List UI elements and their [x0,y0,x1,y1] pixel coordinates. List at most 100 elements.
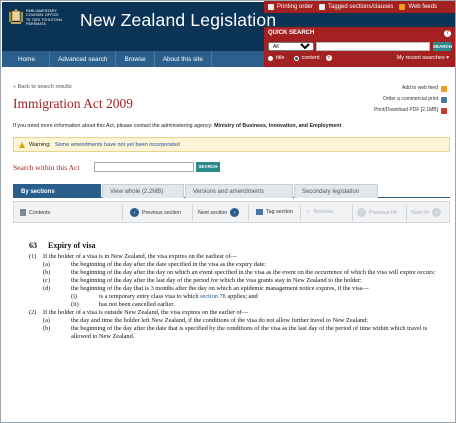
add-web-feed-link[interactable]: Add to web feed [374,83,447,94]
paragraph-text: the beginning of the day after the date … [71,261,266,268]
printing-order-label: Printing order [277,4,314,10]
next-section-button[interactable]: Next section › [198,208,240,217]
tagged-sections-link[interactable]: Tagged sections/clauses [319,4,393,10]
printer-icon [268,4,274,10]
page-title: Immigration Act 2009 [13,96,133,111]
paragraph-number: (a) [43,317,50,324]
tab-secondary-legislation[interactable]: Secondary legislation [294,184,378,198]
checkmark-icon: ✓ [306,209,311,215]
subsection: (2) If the holder of a visa is outside N… [29,309,439,317]
previous-section-button[interactable]: ‹ Previous section [130,208,181,217]
title-radio[interactable] [268,55,273,61]
contents-label: Contents [29,209,51,216]
chevron-left-icon: ‹ [130,208,139,217]
paragraph: (d) the beginning of the day that is 3 m… [29,285,439,293]
paragraph: (a) the beginning of the day after the d… [29,261,439,269]
paragraph-number: (a) [43,261,50,268]
quick-search-button[interactable]: SEARCH [433,42,452,51]
toolbar-divider [406,205,407,221]
recent-searches-link[interactable]: My recent searches ▾ [397,55,449,61]
pdf-icon [441,107,447,114]
remove-button[interactable]: ✓ Remove [306,209,333,215]
subparagraph-text-end: applies; and [225,293,258,300]
paragraph-number: (d) [43,285,51,292]
toolbar-divider [300,205,301,221]
paragraph: (a) the day and time the holder left New… [29,317,439,325]
next-hit-button[interactable]: Next hit › [411,208,441,217]
warning-label: Warning: [29,141,51,148]
warning-icon [19,141,25,148]
help-icon[interactable]: ? [325,55,332,61]
toolbar-divider [122,205,123,221]
tagged-sections-label: Tagged sections/clauses [328,4,394,10]
chevron-right-icon: › [230,208,240,217]
subparagraph-text-start: is a temporary entry class visa to which [99,293,201,300]
document-actions: Add to web feed Order a commercial print… [374,83,447,116]
quick-search-panel: QUICK SEARCH ? All SEARCH title content … [264,27,455,67]
quick-search-input[interactable] [316,42,430,51]
search-scope-select[interactable]: All [268,42,314,51]
web-feeds-link[interactable]: Web feeds [399,4,437,10]
section-title: Expiry of visa [48,241,96,250]
paragraph: (b) the beginning of the day after the d… [29,325,439,341]
nav-home[interactable]: Home [2,51,51,67]
search-within-input[interactable] [94,162,194,172]
toolbar-divider [192,205,193,221]
title-radio-label: title [276,55,285,61]
nav-about[interactable]: About this site [155,51,212,67]
back-to-results-link[interactable]: « Back to search results [13,84,72,90]
office-name: PARLIAMENTARY COUNSEL OFFICE TE TARI TOH… [26,9,70,27]
web-feeds-label: Web feeds [408,4,437,10]
tag-icon [319,4,326,10]
agency-name: Ministry of Business, Innovation, and Em… [214,123,342,129]
chevron-right-icon: › [431,208,441,217]
pdf-download-link[interactable]: Print/Download PDF [2.1MB] [374,105,447,116]
subsection-number: (2) [29,309,37,316]
search-within-button[interactable]: SEARCH [196,162,220,172]
search-within-label: Search within this Act [13,163,80,172]
subsection: (1) If the holder of a visa is in New Ze… [29,253,439,261]
previous-section-label: Previous section [142,209,181,216]
content-radio-label: content [301,55,320,61]
subparagraph: (i) is a temporary entry class visa to w… [29,293,439,301]
help-icon[interactable]: ? [444,30,451,37]
paragraph: (c) the beginning of the day after the l… [29,277,439,285]
tab-versions-amendments[interactable]: Versions and amendments [185,184,293,198]
print-icon [441,96,447,103]
section-78-link[interactable]: section 78 [200,293,226,300]
section-content: 63 Expiry of visa (1) If the holder of a… [29,241,439,341]
paragraph-text: the beginning of the day that is 3 month… [71,285,369,292]
tab-by-sections[interactable]: By sections [13,184,101,198]
next-hit-label: Next hit [411,209,429,216]
coat-of-arms-icon [9,9,23,24]
next-section-label: Next section [198,209,228,216]
section-toolbar: Contents ‹ Previous section Next section… [13,201,450,223]
contents-button[interactable]: Contents [20,209,50,216]
section-heading: 63 Expiry of visa [29,241,439,250]
view-tabs: By sections View whole (2.2MB) Versions … [13,184,450,198]
tag-section-button[interactable]: Tag section [256,209,293,215]
recent-searches-label: My recent searches [396,55,445,61]
commercial-print-label: Order a commercial print [382,96,438,102]
nav-browse[interactable]: Browse [116,51,155,67]
contents-icon [20,209,26,216]
commercial-print-link[interactable]: Order a commercial print [374,94,447,105]
previous-hit-button[interactable]: ‹ Previous hit [357,208,397,217]
paragraph-text: the day and time the holder left New Zea… [71,317,369,324]
rss-icon [441,85,447,92]
subsection-text: If the holder of a visa is in New Zealan… [43,253,237,260]
amendments-link[interactable]: Some amendments have not yet been incorp… [55,142,180,148]
office-line: PĀREMATA [26,22,47,27]
tab-view-whole[interactable]: View whole (2.2MB) [102,184,184,198]
content-radio[interactable] [293,55,299,61]
subsection-text: If the holder of a visa is outside New Z… [43,309,249,316]
remove-label: Remove [313,209,334,215]
printing-order-link[interactable]: Printing order [268,4,313,10]
site-title[interactable]: New Zealand Legislation [80,10,276,31]
nav-advanced-search[interactable]: Advanced search [50,51,117,67]
subparagraph-number: (i) [71,293,77,300]
administering-agency-note: If you need more information about this … [13,123,341,129]
paragraph-number: (b) [43,325,51,332]
tag-icon [256,209,263,215]
section-number: 63 [29,241,37,250]
